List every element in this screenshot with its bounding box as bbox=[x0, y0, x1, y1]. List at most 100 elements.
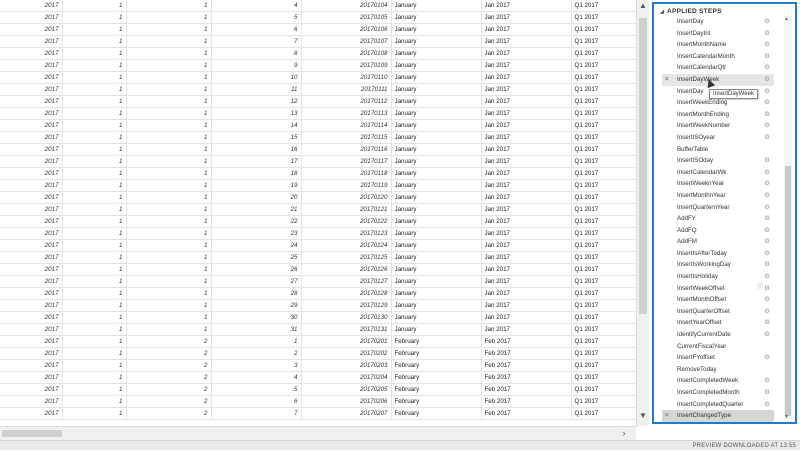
table-cell[interactable]: 6 bbox=[211, 23, 302, 37]
table-cell[interactable]: 2 bbox=[126, 371, 212, 385]
gear-icon[interactable]: ⚙ bbox=[764, 317, 770, 329]
table-cell[interactable]: 20170108 bbox=[301, 47, 392, 61]
table-cell[interactable]: 1 bbox=[62, 395, 127, 409]
gear-icon[interactable]: ⚙ bbox=[764, 178, 770, 190]
table-row[interactable]: 2017 1 2 2 20170202 February Feb 2017 Q1 2017 bbox=[0, 347, 636, 361]
table-cell[interactable]: 3 bbox=[211, 359, 302, 373]
gear-icon[interactable]: ⚙ bbox=[764, 86, 770, 98]
applied-step-item[interactable]: InsertISOday ⚙ bbox=[662, 155, 774, 167]
table-cell[interactable]: January bbox=[391, 299, 482, 313]
table-cell[interactable]: 1 bbox=[62, 359, 127, 373]
table-cell[interactable]: 1 bbox=[126, 83, 212, 97]
table-cell[interactable]: 20170120 bbox=[301, 191, 392, 205]
gear-icon[interactable]: ⚙ bbox=[764, 74, 770, 86]
table-cell[interactable]: 4 bbox=[211, 0, 302, 13]
applied-step-item[interactable]: ✕ InsertDayWeek ⚙ bbox=[662, 73, 774, 86]
table-row[interactable]: 2017 1 1 6 20170106 January Jan 2017 Q1 2017 bbox=[0, 23, 636, 37]
table-cell[interactable]: 1 bbox=[126, 143, 212, 157]
table-cell[interactable]: Q1 2017 bbox=[571, 119, 636, 133]
table-cell[interactable]: Jan 2017 bbox=[481, 47, 572, 61]
applied-step-item[interactable]: InsertDayInt ⚙ bbox=[662, 28, 774, 40]
table-cell[interactable]: Jan 2017 bbox=[481, 311, 572, 325]
table-cell[interactable]: Q1 2017 bbox=[571, 239, 636, 253]
table-cell[interactable]: 29 bbox=[211, 299, 302, 313]
table-cell[interactable]: 1 bbox=[126, 215, 212, 229]
table-cell[interactable]: 6 bbox=[211, 395, 302, 409]
table-cell[interactable]: 1 bbox=[62, 11, 127, 25]
table-cell[interactable]: 20170110 bbox=[301, 71, 392, 85]
table-row[interactable]: 2017 1 2 1 20170201 February Feb 2017 Q1 2017 bbox=[0, 335, 636, 349]
table-cell[interactable]: 2 bbox=[126, 383, 212, 397]
table-cell[interactable]: 13 bbox=[211, 107, 302, 121]
table-cell[interactable]: Feb 2017 bbox=[481, 407, 572, 421]
table-cell[interactable]: Jan 2017 bbox=[481, 239, 572, 253]
table-cell[interactable]: 2017 bbox=[0, 299, 63, 313]
table-cell[interactable]: 20 bbox=[211, 191, 302, 205]
table-cell[interactable]: 16 bbox=[211, 143, 302, 157]
table-cell[interactable]: 1 bbox=[126, 251, 212, 265]
table-cell[interactable]: January bbox=[391, 239, 482, 253]
grid-horizontal-scrollbar[interactable]: › bbox=[0, 426, 636, 440]
table-cell[interactable]: 1 bbox=[126, 95, 212, 109]
table-row[interactable]: 2017 1 1 14 20170114 January Jan 2017 Q1 2017 bbox=[0, 119, 636, 133]
applied-step-item[interactable]: InsertMonthName ⚙ bbox=[662, 39, 774, 51]
table-cell[interactable]: 2017 bbox=[0, 47, 63, 61]
table-cell[interactable]: 1 bbox=[62, 0, 127, 13]
scroll-up-arrow-icon[interactable]: ▲ bbox=[784, 16, 789, 22]
table-cell[interactable]: 28 bbox=[211, 287, 302, 301]
table-cell[interactable]: Q1 2017 bbox=[571, 47, 636, 61]
applied-step-item[interactable]: BufferTable bbox=[662, 144, 774, 156]
applied-step-item[interactable]: InsertIsWorkingDay ⚙ bbox=[662, 259, 774, 271]
table-cell[interactable]: 1 bbox=[62, 215, 127, 229]
table-cell[interactable]: 2017 bbox=[0, 407, 63, 421]
gear-icon[interactable]: ⚙ bbox=[764, 39, 770, 51]
gear-icon[interactable]: ⚙ bbox=[764, 213, 770, 225]
table-row[interactable]: 2017 1 1 13 20170113 January Jan 2017 Q1 2017 bbox=[0, 107, 636, 121]
table-cell[interactable]: Jan 2017 bbox=[481, 287, 572, 301]
table-row[interactable]: 2017 1 1 24 20170124 January Jan 2017 Q1 2017 bbox=[0, 239, 636, 253]
table-cell[interactable]: January bbox=[391, 119, 482, 133]
table-row[interactable]: 2017 1 1 8 20170108 January Jan 2017 Q1 2017 bbox=[0, 47, 636, 61]
table-cell[interactable]: 2017 bbox=[0, 131, 63, 145]
table-cell[interactable]: February bbox=[391, 359, 482, 373]
table-row[interactable]: 2017 1 1 28 20170128 January Jan 2017 Q1 2017 bbox=[0, 287, 636, 301]
table-cell[interactable]: 20170131 bbox=[301, 323, 392, 337]
table-cell[interactable]: Q1 2017 bbox=[571, 359, 636, 373]
applied-step-item[interactable]: InsertQuarterOffset ⚙ bbox=[662, 306, 774, 318]
gear-icon[interactable]: ⚙ bbox=[764, 62, 770, 74]
table-cell[interactable]: February bbox=[391, 371, 482, 385]
table-row[interactable]: 2017 1 1 7 20170107 January Jan 2017 Q1 2017 bbox=[0, 35, 636, 49]
table-cell[interactable]: 1 bbox=[62, 407, 127, 421]
table-cell[interactable]: 1 bbox=[126, 11, 212, 25]
table-cell[interactable]: Jan 2017 bbox=[481, 143, 572, 157]
table-cell[interactable]: Jan 2017 bbox=[481, 155, 572, 169]
scroll-down-arrow-icon[interactable]: ▼ bbox=[637, 410, 649, 422]
table-cell[interactable]: 20170205 bbox=[301, 383, 392, 397]
table-cell[interactable]: January bbox=[391, 323, 482, 337]
scroll-up-arrow-icon[interactable]: ▲ bbox=[637, 0, 649, 12]
table-cell[interactable]: 20170116 bbox=[301, 143, 392, 157]
table-cell[interactable]: February bbox=[391, 347, 482, 361]
table-cell[interactable]: Q1 2017 bbox=[571, 179, 636, 193]
table-cell[interactable]: 24 bbox=[211, 239, 302, 253]
table-cell[interactable]: 1 bbox=[126, 155, 212, 169]
table-row[interactable]: 2017 1 2 4 20170204 February Feb 2017 Q1 2017 bbox=[0, 371, 636, 385]
grid-horizontal-scroll-thumb[interactable] bbox=[2, 430, 62, 437]
applied-step-item[interactable]: InsertMonthEnding ⚙ bbox=[662, 109, 774, 121]
table-row[interactable]: 2017 1 1 17 20170117 January Jan 2017 Q1 2017 bbox=[0, 155, 636, 169]
table-cell[interactable]: Q1 2017 bbox=[571, 71, 636, 85]
table-cell[interactable]: 1 bbox=[62, 263, 127, 277]
table-cell[interactable]: Q1 2017 bbox=[571, 299, 636, 313]
applied-step-item[interactable]: InsertCompletedQuarter ⚙ bbox=[662, 399, 774, 411]
table-cell[interactable]: 20170207 bbox=[301, 407, 392, 421]
table-cell[interactable]: Q1 2017 bbox=[571, 371, 636, 385]
applied-step-item[interactable]: InsertDay ⚙ bbox=[662, 16, 774, 28]
table-cell[interactable]: 2017 bbox=[0, 179, 63, 193]
table-cell[interactable]: Jan 2017 bbox=[481, 227, 572, 241]
table-cell[interactable]: 9 bbox=[211, 59, 302, 73]
steps-scroll-thumb[interactable] bbox=[785, 166, 791, 416]
table-cell[interactable]: 11 bbox=[211, 83, 302, 97]
table-cell[interactable]: Q1 2017 bbox=[571, 167, 636, 181]
table-cell[interactable]: 2017 bbox=[0, 395, 63, 409]
table-cell[interactable]: 20170105 bbox=[301, 11, 392, 25]
